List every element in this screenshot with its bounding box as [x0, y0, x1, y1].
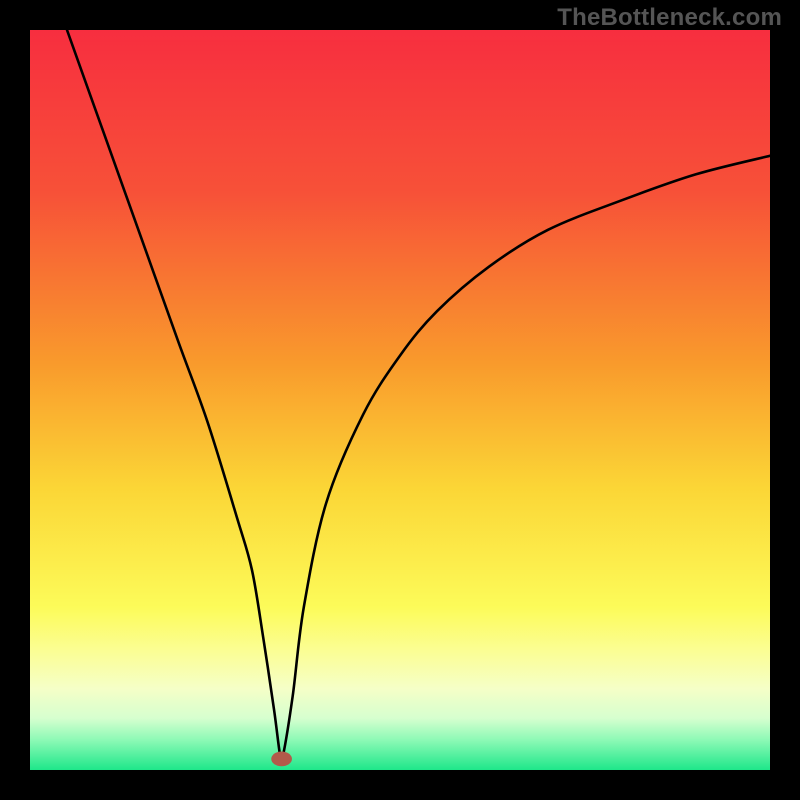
- optimum-marker: [271, 752, 292, 767]
- chart-svg: [30, 30, 770, 770]
- watermark-text: TheBottleneck.com: [557, 4, 782, 32]
- plot-area: [30, 30, 770, 770]
- chart-frame: TheBottleneck.com: [0, 0, 800, 800]
- chart-background: [30, 30, 770, 770]
